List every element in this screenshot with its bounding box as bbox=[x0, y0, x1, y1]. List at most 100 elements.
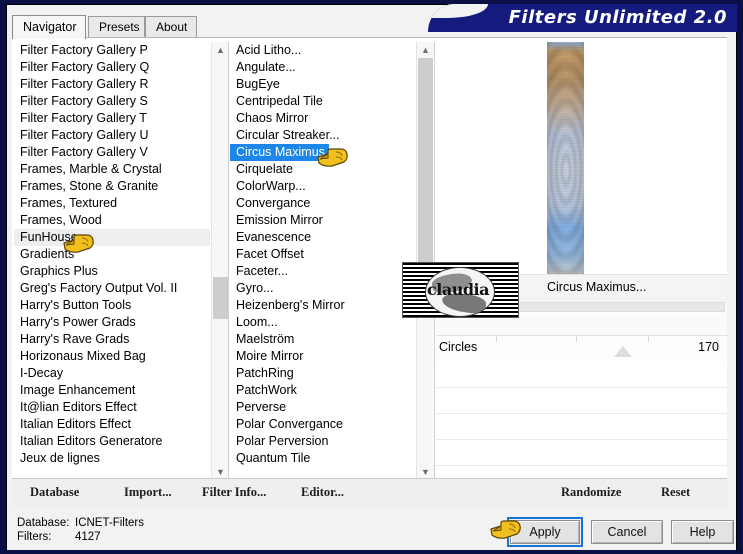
filter-item[interactable]: Cirquelate bbox=[230, 161, 414, 178]
status-database-label: Database: bbox=[17, 517, 70, 529]
category-item[interactable]: Italian Editors Generatore bbox=[14, 433, 210, 450]
database-button[interactable]: Database bbox=[30, 485, 79, 500]
status-filters-label: Filters: bbox=[17, 531, 52, 543]
filter-item[interactable]: ColorWarp... bbox=[230, 178, 414, 195]
slider-thumb-circles[interactable] bbox=[614, 346, 632, 357]
tab-strip: Navigator Presets About bbox=[12, 15, 727, 39]
filter-scroll-thumb[interactable] bbox=[418, 58, 433, 268]
chevron-up-icon[interactable]: ▲ bbox=[212, 42, 229, 58]
category-item[interactable]: Harry's Power Grads bbox=[14, 314, 210, 331]
category-item[interactable]: Frames, Stone & Granite bbox=[14, 178, 210, 195]
category-item[interactable]: Italian Editors Effect bbox=[14, 416, 210, 433]
watermark-text: claudia bbox=[427, 280, 489, 299]
filter-item[interactable]: Gyro... bbox=[230, 280, 414, 297]
filter-item[interactable]: Polar Convergance bbox=[230, 416, 414, 433]
filter-item[interactable]: PatchWork bbox=[230, 382, 414, 399]
right-toolbar: Randomize Reset bbox=[426, 478, 727, 508]
category-item[interactable]: Jeux de lignes bbox=[14, 450, 210, 467]
status-database-value: ICNET-Filters bbox=[75, 517, 144, 529]
filter-item[interactable]: Facet Offset bbox=[230, 246, 414, 263]
param-value-circles: 170 bbox=[698, 340, 719, 354]
category-item[interactable]: Filter Factory Gallery R bbox=[14, 76, 210, 93]
slider-tick bbox=[648, 336, 649, 342]
status-filters-value: 4127 bbox=[75, 531, 101, 543]
category-list[interactable]: Filter Factory Gallery P Filter Factory G… bbox=[14, 42, 210, 480]
status-database: Database: ICNET-Filters bbox=[17, 517, 144, 529]
filter-item[interactable]: Acid Litho... bbox=[230, 42, 414, 59]
filter-item[interactable]: Faceter... bbox=[230, 263, 414, 280]
filter-item[interactable]: Chaos Mirror bbox=[230, 110, 414, 127]
slider-tick bbox=[576, 336, 577, 342]
category-item[interactable]: Filter Factory Gallery T bbox=[14, 110, 210, 127]
param-label-circles: Circles bbox=[439, 340, 478, 354]
slider-tick bbox=[496, 336, 497, 342]
category-item[interactable]: Image Enhancement bbox=[14, 382, 210, 399]
category-item[interactable]: Frames, Textured bbox=[14, 195, 210, 212]
filter-item[interactable]: Emission Mirror bbox=[230, 212, 414, 229]
editor-button[interactable]: Editor... bbox=[301, 485, 344, 500]
column-divider-2 bbox=[434, 42, 435, 480]
watermark-thumbnail: claudia bbox=[402, 262, 519, 318]
category-item[interactable]: Filter Factory Gallery Q bbox=[14, 59, 210, 76]
chevron-up-icon[interactable]: ▲ bbox=[417, 42, 434, 58]
help-button[interactable]: Help bbox=[671, 520, 734, 544]
category-item[interactable]: Filter Factory Gallery S bbox=[14, 93, 210, 110]
filter-item[interactable]: PatchRing bbox=[230, 365, 414, 382]
cancel-button[interactable]: Cancel bbox=[591, 520, 663, 544]
param-row-empty-2 bbox=[436, 388, 727, 414]
filter-item[interactable]: Maelström bbox=[230, 331, 414, 348]
filter-item[interactable]: Evanescence bbox=[230, 229, 414, 246]
param-row-empty-1 bbox=[436, 362, 727, 388]
randomize-button[interactable]: Randomize bbox=[561, 485, 621, 500]
category-scrollbar[interactable]: ▲ ▼ bbox=[211, 42, 229, 480]
tab-about[interactable]: About bbox=[145, 16, 197, 38]
category-item[interactable]: Filter Factory Gallery U bbox=[14, 127, 210, 144]
category-scroll-thumb[interactable] bbox=[213, 277, 228, 319]
filter-preview-image bbox=[547, 42, 584, 274]
category-item[interactable]: Filter Factory Gallery V bbox=[14, 144, 210, 161]
filter-item[interactable]: Angulate... bbox=[230, 59, 414, 76]
category-item[interactable]: It@lian Editors Effect bbox=[14, 399, 210, 416]
status-bar: Database: ICNET-Filters Filters: 4127 Appl… bbox=[7, 510, 736, 550]
category-item[interactable]: Greg's Factory Output Vol. II bbox=[14, 280, 210, 297]
column-divider-1 bbox=[228, 42, 229, 480]
filter-item[interactable]: Centripedal Tile bbox=[230, 93, 414, 110]
filter-item-row[interactable]: Circus Maximus bbox=[230, 144, 414, 161]
filter-item[interactable]: Loom... bbox=[230, 314, 414, 331]
tab-navigator[interactable]: Navigator bbox=[12, 15, 86, 39]
filter-item[interactable]: Quantum Tile bbox=[230, 450, 414, 467]
filter-item-selected[interactable]: Circus Maximus bbox=[230, 144, 329, 161]
param-row-circles[interactable]: Circles 170 bbox=[436, 335, 727, 363]
left-toolbar: Database Import... Filter Info... Editor… bbox=[12, 478, 426, 508]
main-panel: Filter Factory Gallery P Filter Factory G… bbox=[12, 38, 727, 508]
category-item[interactable]: Graphics Plus bbox=[14, 263, 210, 280]
param-row-empty-4 bbox=[436, 440, 727, 466]
filter-item[interactable]: BugEye bbox=[230, 76, 414, 93]
category-item[interactable]: Frames, Wood bbox=[14, 212, 210, 229]
current-filter-name: Circus Maximus... bbox=[547, 280, 647, 294]
category-item[interactable]: Horizonaus Mixed Bag bbox=[14, 348, 210, 365]
status-filters: Filters: 4127 bbox=[17, 531, 101, 543]
filters-unlimited-window: Filters Unlimited 2.0 Navigator Presets … bbox=[0, 0, 743, 554]
filter-item[interactable]: Polar Perversion bbox=[230, 433, 414, 450]
reset-button[interactable]: Reset bbox=[661, 485, 690, 500]
category-item[interactable]: Filter Factory Gallery P bbox=[14, 42, 210, 59]
filter-item[interactable]: Heizenberg's Mirror bbox=[230, 297, 414, 314]
param-row-empty-3 bbox=[436, 414, 727, 440]
filter-list[interactable]: Acid Litho... Angulate... BugEye Centripeda… bbox=[230, 42, 414, 480]
category-item[interactable]: I-Decay bbox=[14, 365, 210, 382]
filter-item[interactable]: Convergance bbox=[230, 195, 414, 212]
category-item[interactable]: Frames, Marble & Crystal bbox=[14, 161, 210, 178]
filter-scrollbar[interactable]: ▲ ▼ bbox=[416, 42, 434, 480]
filter-item[interactable]: Circular Streaker... bbox=[230, 127, 414, 144]
tab-presets[interactable]: Presets bbox=[88, 16, 145, 38]
category-item[interactable]: Gradients bbox=[14, 246, 210, 263]
filter-item[interactable]: Moire Mirror bbox=[230, 348, 414, 365]
category-item[interactable]: Harry's Button Tools bbox=[14, 297, 210, 314]
apply-button[interactable]: Apply bbox=[507, 517, 583, 547]
filter-info-button[interactable]: Filter Info... bbox=[202, 485, 266, 500]
filter-item[interactable]: Perverse bbox=[230, 399, 414, 416]
category-item[interactable]: FunHouse bbox=[14, 229, 210, 246]
category-item[interactable]: Harry's Rave Grads bbox=[14, 331, 210, 348]
import-button[interactable]: Import... bbox=[124, 485, 172, 500]
